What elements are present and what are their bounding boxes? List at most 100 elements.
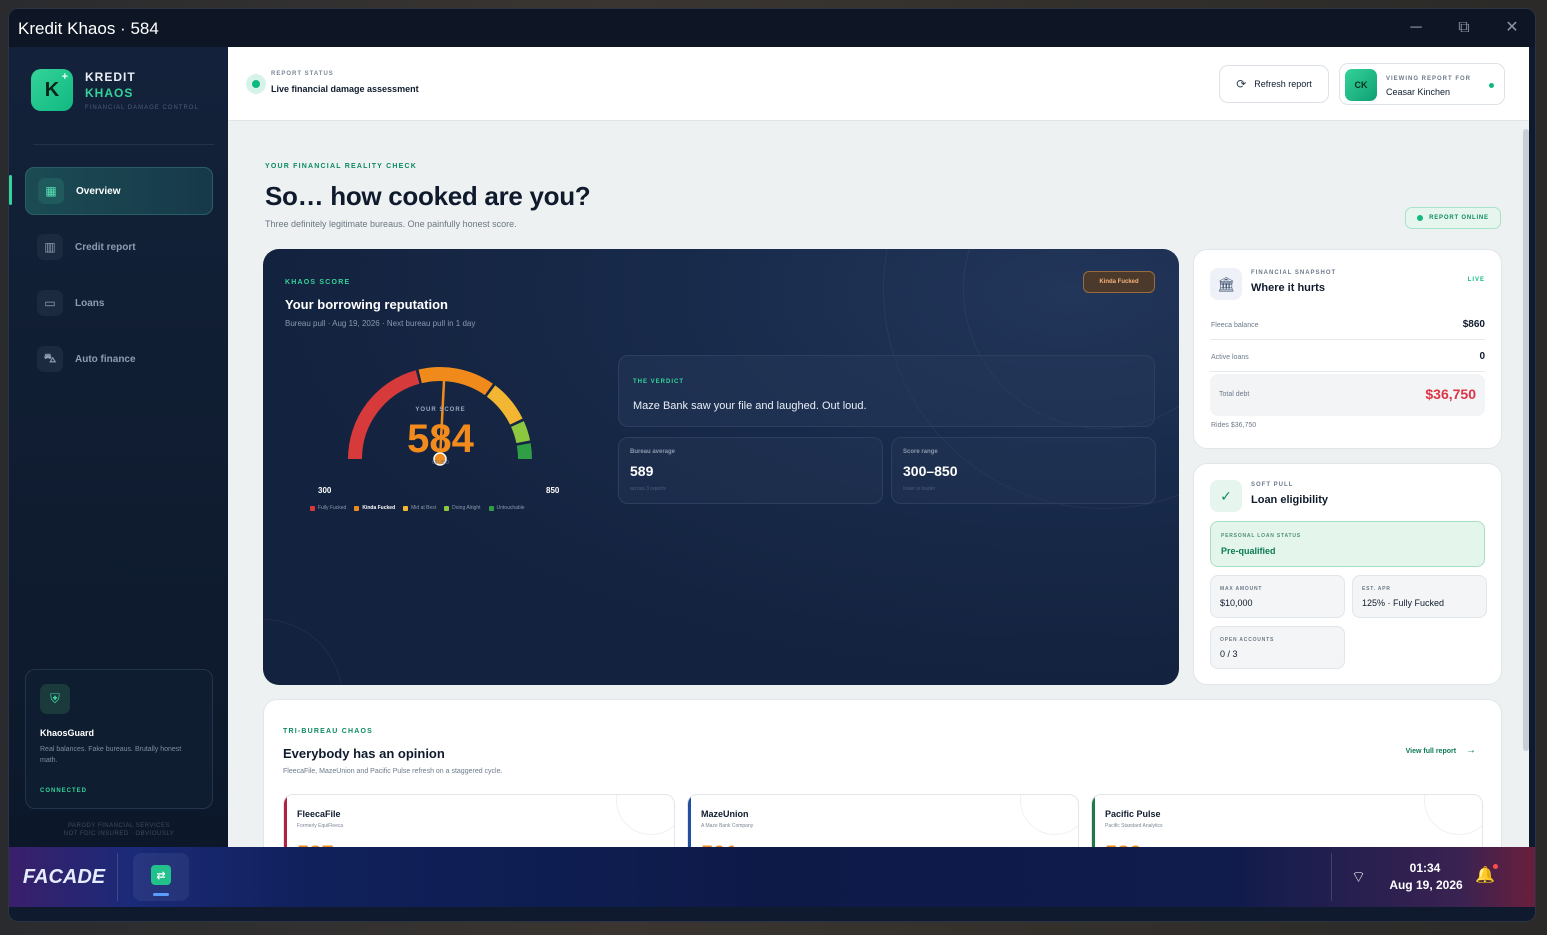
check-icon: ✓ xyxy=(1210,480,1242,512)
legend-swatch xyxy=(444,505,450,511)
score-range-sub: lower is louder xyxy=(903,486,936,492)
notification-bell-icon[interactable]: 🔔 xyxy=(1475,864,1498,885)
notification-dot xyxy=(1492,864,1498,869)
bureau-card-pacific-pulse[interactable]: Pacific Pulse Pacific Standard Analytics… xyxy=(1091,794,1483,847)
sidebar-item-label: Auto finance xyxy=(75,353,136,365)
taskbar: FACADE ⇄ ⌔ 01:34 Aug 19, 2026 🔔 xyxy=(9,847,1535,907)
snapshot-kicker: FINANCIAL SNAPSHOT xyxy=(1251,270,1337,276)
taskbar-app-kredit-khaos[interactable]: ⇄ xyxy=(133,853,189,901)
tri-bureau-subtitle: FleecaFile, MazeUnion and Pacific Pulse … xyxy=(283,768,503,775)
legend-item: Untouchable xyxy=(488,505,525,511)
loan-status-kicker: PERSONAL LOAN STATUS xyxy=(1221,533,1301,539)
sidebar-item-credit-report[interactable]: ▥ Credit report xyxy=(25,223,213,271)
view-full-report-label: View full report xyxy=(1405,748,1457,755)
legend-item: Mid at Best xyxy=(403,505,436,511)
view-full-report-link[interactable]: View full report → xyxy=(1406,745,1476,756)
legend-label: Kinda Fucked xyxy=(362,505,396,511)
bureau-card-mazeunion[interactable]: MazeUnion A Maze Bank Company 591 xyxy=(687,794,1079,847)
gauge-band xyxy=(418,367,493,396)
personal-loan-status: PERSONAL LOAN STATUS Pre-qualified xyxy=(1210,521,1485,567)
tri-bureau-title: Everybody has an opinion xyxy=(283,746,445,761)
row-label: Active loans xyxy=(1211,354,1249,361)
sidebar-item-label: Overview xyxy=(76,185,121,197)
score-subtitle: Bureau pull · Aug 19, 2026 · Next bureau… xyxy=(285,319,476,328)
taskbar-divider xyxy=(117,853,118,901)
financial-snapshot-card: 🏛 FINANCIAL SNAPSHOT Where it hurts LIVE… xyxy=(1193,249,1502,449)
bureau-sub: A Maze Bank Company xyxy=(701,823,754,829)
close-icon[interactable]: ✕ xyxy=(1503,19,1521,37)
sidebar: K + KREDIT KHAOS FINANCIAL DAMAGE CONTRO… xyxy=(9,47,228,847)
max-amount-value: $10,000 xyxy=(1220,598,1253,608)
legend-item: Fully Fucked xyxy=(310,505,346,511)
legend-item: Kinda Fucked xyxy=(354,505,395,511)
score-gauge: YOUR SCORE 584 OF 850 xyxy=(343,359,538,479)
brand-logo-plus: + xyxy=(61,71,68,83)
sidebar-item-overview[interactable]: ▦ Overview xyxy=(25,167,213,215)
brand[interactable]: K + KREDIT KHAOS FINANCIAL DAMAGE CONTRO… xyxy=(31,69,199,111)
sidebar-divider xyxy=(33,144,214,145)
bureau-card-fleecafile[interactable]: FleecaFile Formerly EquiFleeca 587 xyxy=(283,794,675,847)
top-bar: REPORT STATUS Live financial damage asse… xyxy=(228,47,1529,121)
gauge-of-label: OF 850 xyxy=(432,460,449,466)
sidebar-item-auto-finance[interactable]: ⛍ Auto finance xyxy=(25,335,213,383)
wifi-icon[interactable]: ⌔ xyxy=(1351,867,1366,887)
bank-icon: 🏛 xyxy=(1210,268,1242,300)
minimize-icon[interactable]: ─ xyxy=(1407,19,1425,37)
viewer-profile[interactable]: CK VIEWING REPORT FOR Ceasar Kinchen xyxy=(1339,63,1505,105)
restore-icon[interactable]: ⧉ xyxy=(1455,19,1473,37)
disclaimer-line2: NOT FDIC INSURED · OBVIOUSLY xyxy=(63,831,175,837)
eligibility-title: Loan eligibility xyxy=(1251,494,1329,506)
bureau-accent-bar xyxy=(284,795,287,847)
scrollbar[interactable] xyxy=(1523,129,1529,751)
clock-date[interactable]: Aug 19, 2026 xyxy=(1381,878,1471,892)
refresh-report-button[interactable]: ⟳ Refresh report xyxy=(1219,65,1329,103)
bureau-accent-bar xyxy=(1092,795,1095,847)
verdict-box: THE VERDICT Maze Bank saw your file and … xyxy=(618,355,1155,427)
row-value: $860 xyxy=(1462,319,1485,330)
snapshot-row: Fleeca balance $860 xyxy=(1210,308,1485,340)
sidebar-nav: ▦ Overview ▥ Credit report ▭ Loans ⛍ Aut… xyxy=(25,167,213,391)
gauge-label: YOUR SCORE xyxy=(415,407,466,413)
snapshot-title: Where it hurts xyxy=(1251,282,1325,294)
page-subtitle: Three definitely legitimate bureaus. One… xyxy=(265,219,517,229)
avatar: CK xyxy=(1345,69,1377,101)
bureau-sub: Formerly EquiFleeca xyxy=(297,823,344,829)
open-accounts-box: OPEN ACCOUNTS 0 / 3 xyxy=(1210,626,1345,669)
bureau-name: Pacific Pulse xyxy=(1105,809,1161,819)
decorative-ring xyxy=(616,795,674,835)
bureau-sub: Pacific Standard Analytics xyxy=(1105,823,1163,829)
brand-name-line1: KREDIT xyxy=(85,69,136,84)
car-icon: ⛍ xyxy=(37,346,63,372)
decorative-ring xyxy=(1020,795,1078,835)
score-range-box: Score range 300–850 lower is louder xyxy=(891,437,1156,504)
bar-chart-icon: ▥ xyxy=(37,234,63,260)
row-value: 0 xyxy=(1479,351,1485,362)
score-range-value: 300–850 xyxy=(903,463,958,479)
loan-eligibility-card: ✓ SOFT PULL Loan eligibility PERSONAL LO… xyxy=(1193,463,1502,685)
score-title: Your borrowing reputation xyxy=(285,297,448,312)
score-tier-badge: Kinda Fucked xyxy=(1083,271,1155,293)
legend-label: Fully Fucked xyxy=(318,505,347,511)
verdict-kicker: THE VERDICT xyxy=(633,379,685,385)
os-logo[interactable]: FACADE xyxy=(23,855,105,899)
shield-check-icon: ⛨ xyxy=(40,684,70,714)
legend-swatch xyxy=(488,505,494,511)
brand-tagline: FINANCIAL DAMAGE CONTROL xyxy=(85,104,199,111)
gauge-min-label: 300 xyxy=(318,486,332,495)
clock-time[interactable]: 01:34 xyxy=(1385,861,1465,875)
bureau-average-label: Bureau average xyxy=(630,449,676,455)
snapshot-row: Active loans 0 xyxy=(1210,340,1485,372)
rides-value: Rides $36,750 xyxy=(1211,422,1257,429)
refresh-icon: ⟳ xyxy=(1236,77,1247,91)
sidebar-item-loans[interactable]: ▭ Loans xyxy=(25,279,213,327)
report-online-label: REPORT ONLINE xyxy=(1429,215,1489,221)
score-kicker: KHAOS SCORE xyxy=(285,279,351,286)
tri-bureau-card: TRI-BUREAU CHAOS Everybody has an opinio… xyxy=(263,699,1502,847)
guard-name: KhaosGuard xyxy=(40,728,95,738)
legend-swatch xyxy=(403,505,409,511)
legend-label: Untouchable xyxy=(496,505,525,511)
legend-swatch xyxy=(310,505,315,511)
est-apr-kicker: EST. APR xyxy=(1362,586,1391,592)
est-apr-box: EST. APR 125% · Fully Fucked xyxy=(1352,575,1487,618)
title-bar: Kredit Khaos · 584 ─ ⧉ ✕ xyxy=(9,9,1535,47)
